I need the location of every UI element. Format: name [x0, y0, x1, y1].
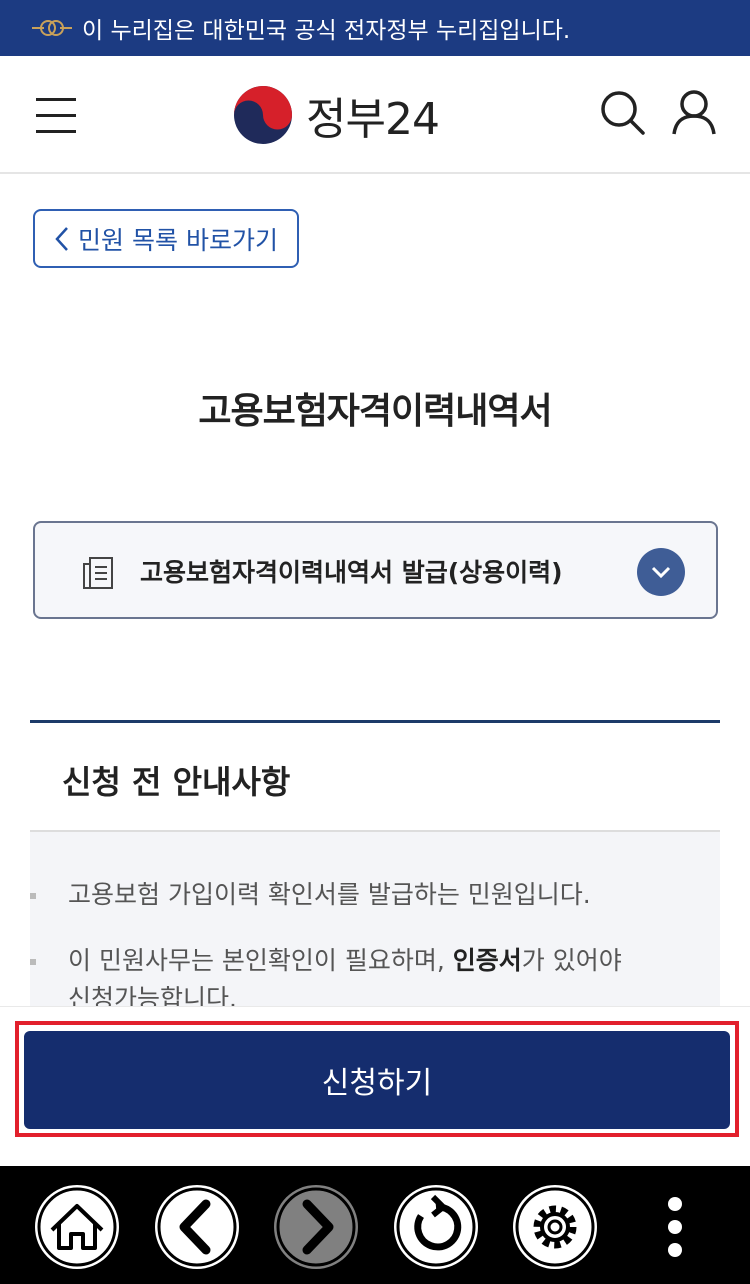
home-icon[interactable]	[32, 1182, 122, 1272]
logo-text: 정부24	[306, 94, 440, 145]
chevron-left-icon	[55, 226, 68, 251]
back-icon[interactable]	[152, 1182, 242, 1272]
forward-icon[interactable]	[271, 1182, 361, 1272]
gov-banner-text: 이 누리집은 대한민국 공식 전자정부 누리집입니다.	[82, 18, 571, 44]
notice-item: 이 민원사무는 본인확인이 필요하며, 인증서가 있어야 신청가능합니다.	[30, 942, 622, 1012]
browser-nav-bar	[0, 1166, 750, 1284]
more-icon[interactable]	[630, 1182, 720, 1272]
user-icon[interactable]	[670, 88, 718, 136]
notice-section-body: 고용보험 가입이력 확인서를 발급하는 민원입니다. 이 민원사무는 본인확인이…	[30, 832, 720, 1012]
service-select-value: 고용보험자격이력내역서 발급(상용이력)	[140, 558, 563, 587]
service-select-dropdown[interactable]: 고용보험자격이력내역서 발급(상용이력)	[33, 521, 718, 619]
site-logo[interactable]: 정부24	[232, 84, 440, 146]
gov-banner: 이 누리집은 대한민국 공식 전자정부 누리집입니다.	[0, 0, 750, 56]
notice-item: 고용보험 가입이력 확인서를 발급하는 민원입니다.	[30, 876, 591, 914]
chevron-down-icon[interactable]	[637, 548, 685, 596]
certificate-text: 인증서	[452, 946, 522, 975]
back-to-list-label: 민원 목록 바로가기	[78, 225, 278, 255]
hamburger-icon[interactable]	[36, 96, 78, 136]
taegeuk-logo-icon	[234, 86, 292, 144]
refresh-icon[interactable]	[391, 1182, 481, 1272]
search-icon[interactable]	[598, 88, 646, 136]
gov-mark-icon	[32, 20, 72, 36]
back-to-list-button[interactable]: 민원 목록 바로가기	[33, 209, 299, 268]
site-header: 정부24	[0, 56, 750, 174]
apply-bar: 신청하기	[0, 1006, 750, 1166]
page-title: 고용보험자격이력내역서	[198, 391, 552, 432]
notice-heading: 신청 전 안내사항	[62, 763, 291, 801]
settings-icon[interactable]	[510, 1182, 600, 1272]
notice-section-header: 신청 전 안내사항	[30, 720, 720, 832]
apply-button[interactable]: 신청하기	[24, 1031, 730, 1129]
document-icon	[83, 557, 113, 589]
